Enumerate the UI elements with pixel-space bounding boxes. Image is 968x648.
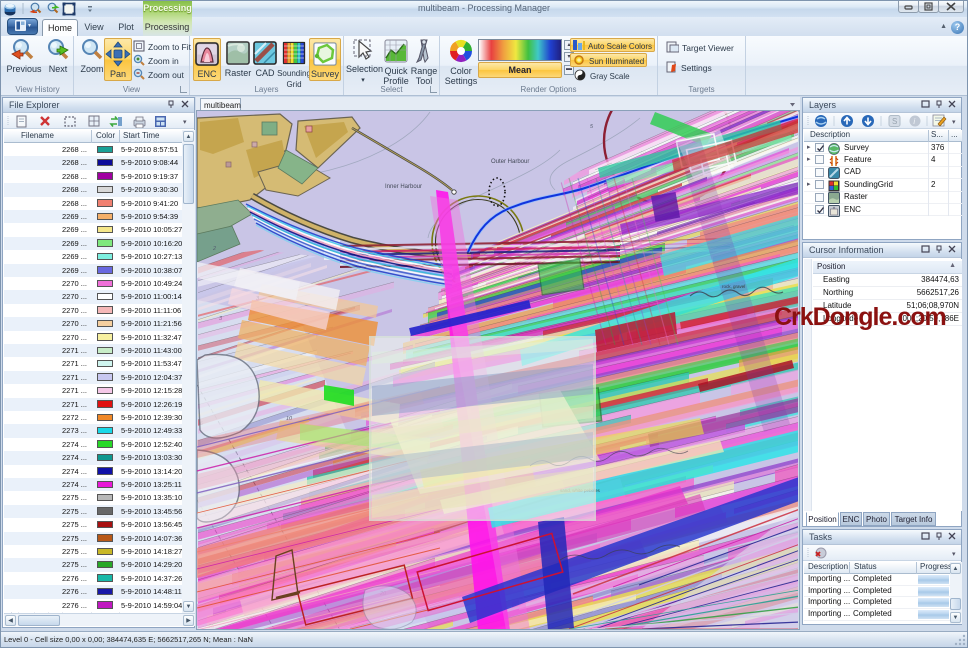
svg-text:S: S <box>892 117 897 126</box>
svg-text:Inner Harbour: Inner Harbour <box>385 184 422 190</box>
svg-text:multibeam: multibeam <box>204 101 241 110</box>
svg-text:▾: ▾ <box>952 119 956 126</box>
svg-text:▾: ▾ <box>952 551 956 558</box>
svg-text:i: i <box>913 117 915 126</box>
svg-text:▾: ▾ <box>183 119 187 126</box>
svg-text:2: 2 <box>212 246 216 252</box>
svg-text:rock, gravel: rock, gravel <box>722 284 745 289</box>
svg-text:Outer Harbour: Outer Harbour <box>491 159 529 165</box>
